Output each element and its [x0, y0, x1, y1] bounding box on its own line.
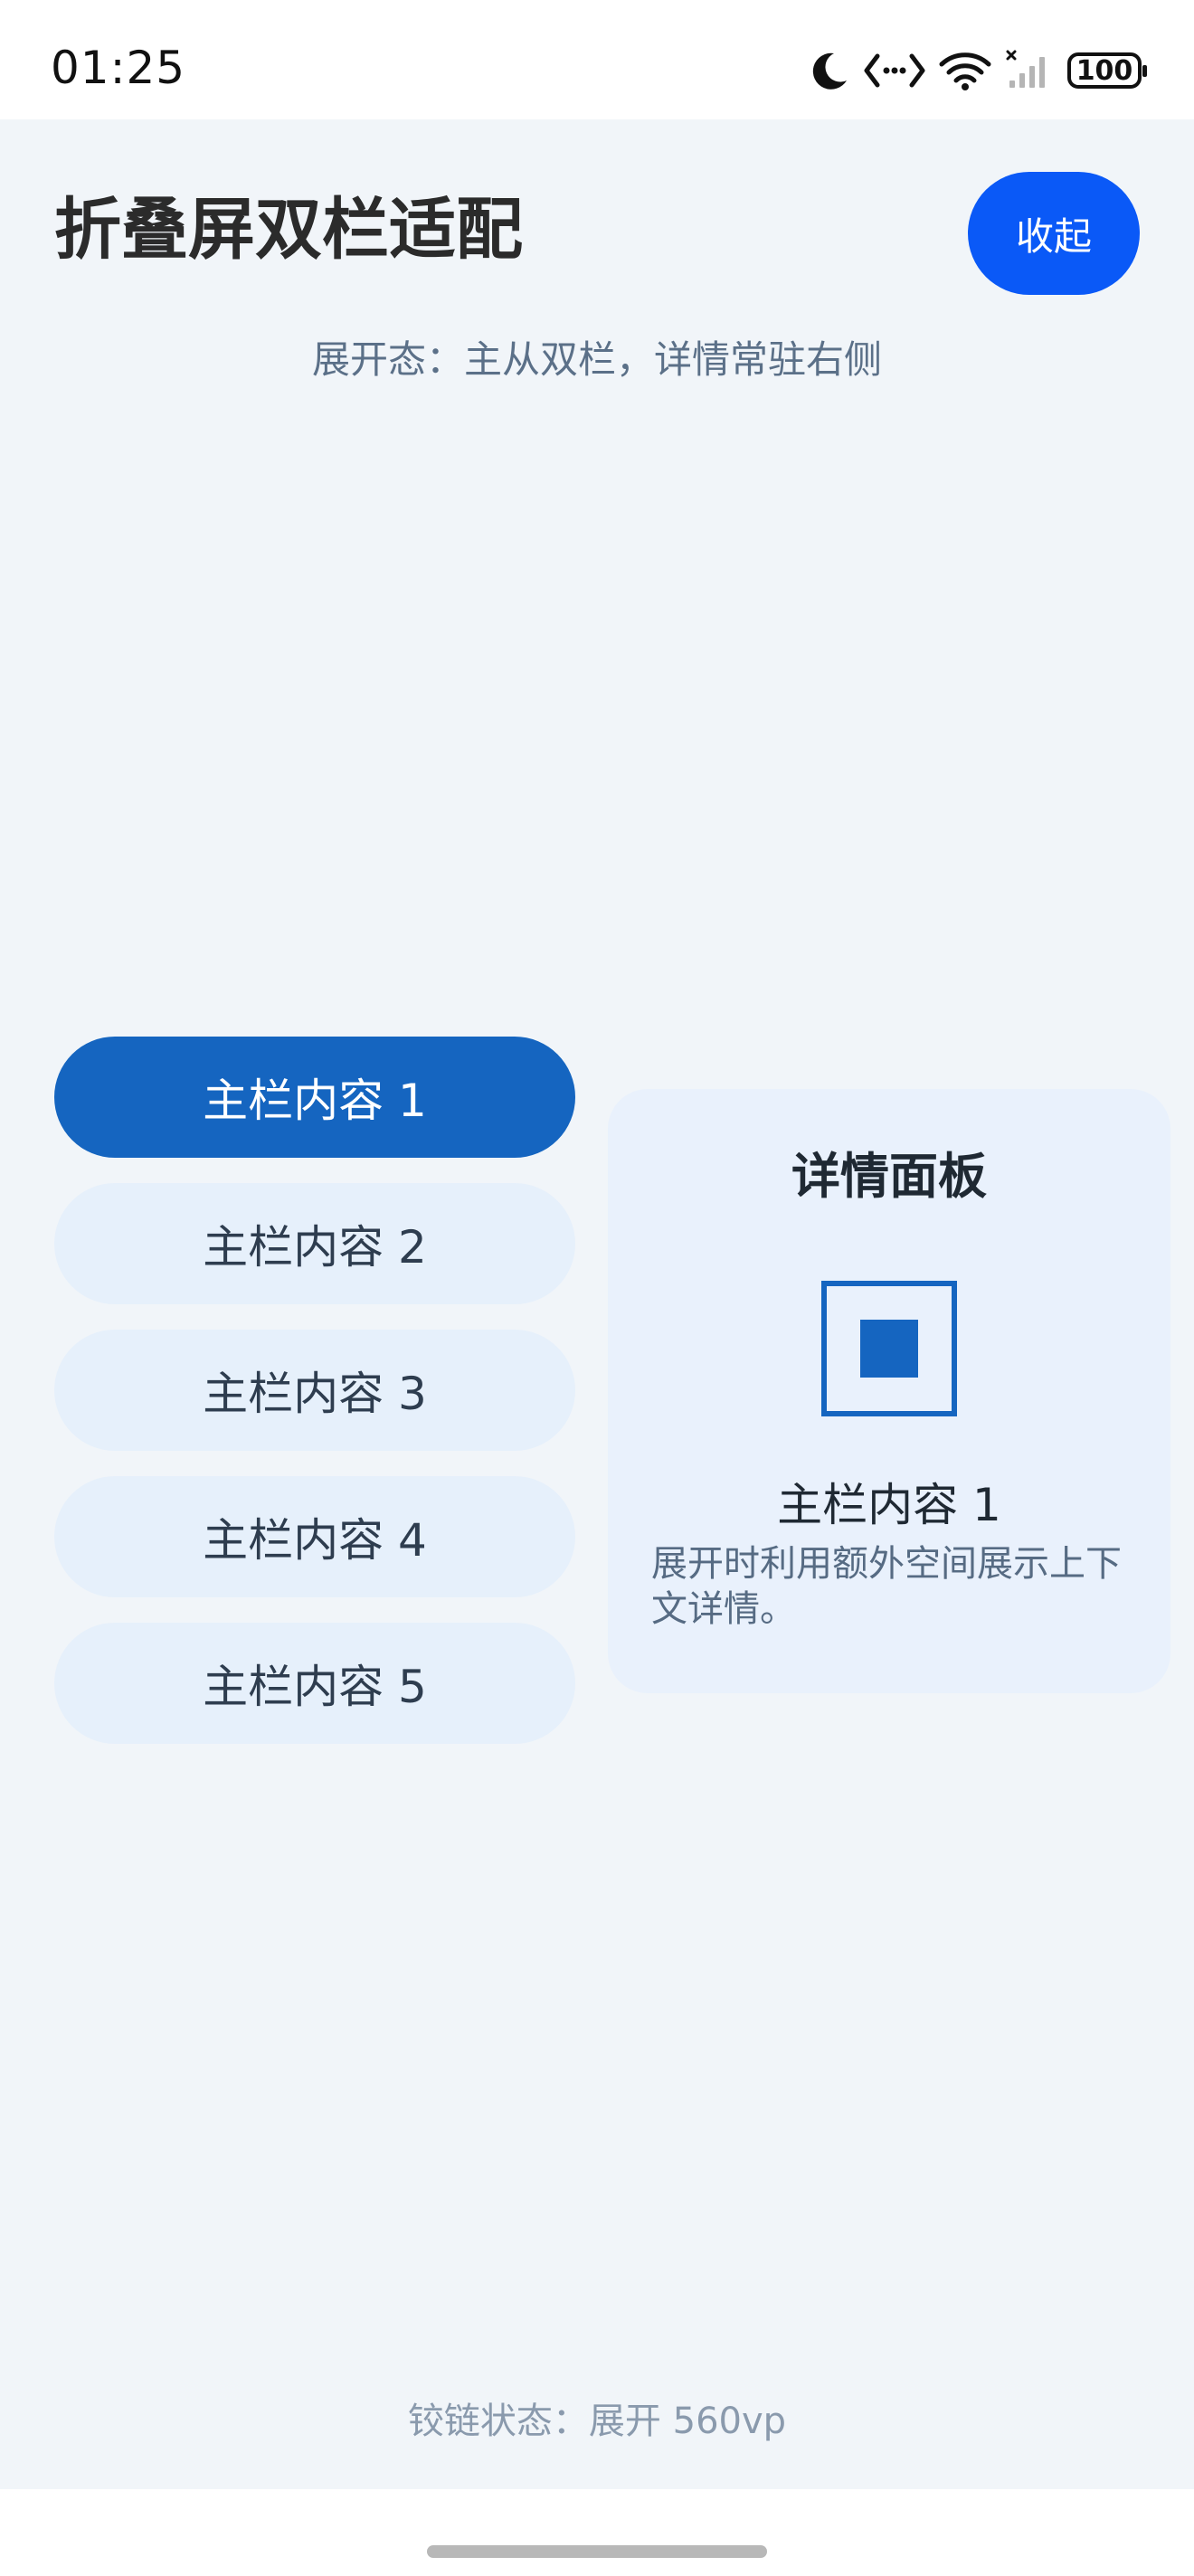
moon-icon	[809, 50, 850, 91]
home-indicator[interactable]	[427, 2545, 767, 2558]
wifi-icon	[939, 50, 991, 91]
page-title: 折叠屏双栏适配	[54, 191, 523, 269]
code-icon	[863, 51, 926, 90]
page-subtitle: 展开态：主从双栏，详情常驻右侧	[311, 337, 882, 382]
main-content: 折叠屏双栏适配 收起 展开态：主从双栏，详情常驻右侧 主栏内容 1 主栏内容 2…	[0, 119, 1194, 2489]
list-item-1[interactable]: 主栏内容 1	[54, 1037, 575, 1158]
navigation-bar	[0, 2489, 1194, 2576]
detail-item-label: 主栏内容 1	[777, 1479, 1001, 1531]
signal-icon	[1004, 50, 1055, 91]
detail-panel: 详情面板 主栏内容 1 展开时利用额外空间展示上下文详情。	[608, 1089, 1170, 1693]
master-list: 主栏内容 1 主栏内容 2 主栏内容 3 主栏内容 4 主栏内容 5	[54, 1037, 575, 1769]
status-bar: 01:25 100	[0, 0, 1194, 119]
status-time: 01:25	[51, 42, 186, 94]
list-item-5[interactable]: 主栏内容 5	[54, 1623, 575, 1744]
status-icons: 100	[809, 43, 1149, 98]
list-item-3[interactable]: 主栏内容 3	[54, 1330, 575, 1451]
list-item-2[interactable]: 主栏内容 2	[54, 1183, 575, 1304]
list-item-4[interactable]: 主栏内容 4	[54, 1476, 575, 1597]
detail-title: 详情面板	[791, 1148, 987, 1205]
stop-square-icon	[821, 1281, 957, 1416]
detail-description: 展开时利用额外空间展示上下文详情。	[651, 1543, 1122, 1630]
collapse-button[interactable]: 收起	[968, 172, 1140, 295]
hinge-status: 铰链状态：展开 560vp	[407, 2401, 787, 2442]
battery-icon: 100	[1067, 52, 1147, 89]
